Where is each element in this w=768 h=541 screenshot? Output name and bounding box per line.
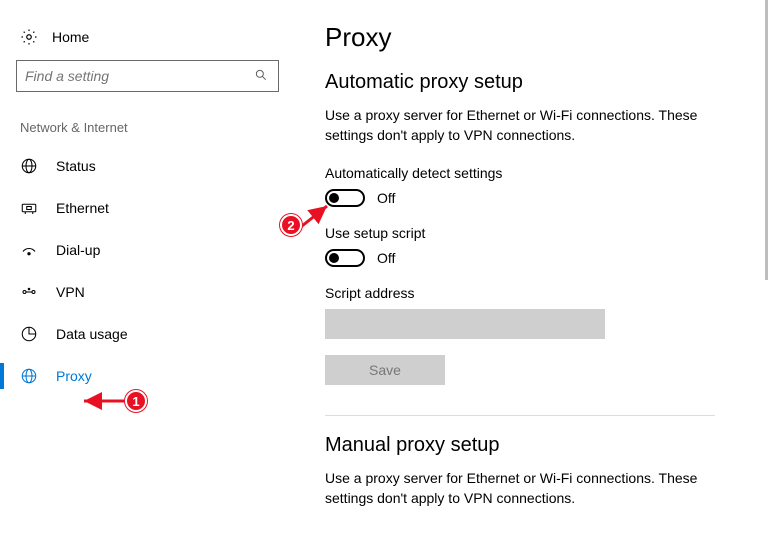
page-title: Proxy (325, 22, 748, 53)
search-input[interactable] (25, 68, 254, 84)
save-button[interactable]: Save (325, 355, 445, 385)
setup-script-state: Off (377, 250, 395, 266)
sidebar-item-label: Ethernet (56, 200, 109, 216)
auto-detect-toggle[interactable] (325, 189, 365, 207)
sidebar-item-label: Dial-up (56, 242, 100, 258)
sidebar-item-status[interactable]: Status (0, 145, 279, 187)
manual-desc: Use a proxy server for Ethernet or Wi-Fi… (325, 469, 715, 508)
vpn-icon (20, 283, 38, 301)
status-icon (20, 157, 38, 175)
search-icon (254, 68, 270, 84)
manual-heading: Manual proxy setup (325, 434, 748, 457)
content-pane: Proxy Automatic proxy setup Use a proxy … (295, 0, 768, 541)
sidebar-item-label: Proxy (56, 368, 92, 384)
globe-icon (20, 367, 38, 385)
sidebar-item-label: VPN (56, 284, 85, 300)
script-address-label: Script address (325, 285, 748, 301)
auto-desc: Use a proxy server for Ethernet or Wi-Fi… (325, 106, 715, 145)
dialup-icon (20, 241, 38, 259)
gear-icon (20, 28, 38, 46)
script-address-input[interactable] (325, 309, 605, 339)
home-nav[interactable]: Home (16, 22, 279, 60)
settings-sidebar: Home Network & Internet Status (0, 0, 295, 541)
setup-script-label: Use setup script (325, 225, 748, 241)
setup-script-toggle[interactable] (325, 249, 365, 267)
auto-detect-state: Off (377, 190, 395, 206)
sidebar-item-vpn[interactable]: VPN (0, 271, 279, 313)
sidebar-item-label: Data usage (56, 326, 128, 342)
divider (325, 415, 715, 416)
sidebar-item-label: Status (56, 158, 96, 174)
sidebar-item-proxy[interactable]: Proxy (0, 355, 279, 397)
auto-detect-label: Automatically detect settings (325, 165, 748, 181)
sidebar-item-ethernet[interactable]: Ethernet (0, 187, 279, 229)
data-usage-icon (20, 325, 38, 343)
search-box[interactable] (16, 60, 279, 92)
sidebar-item-data-usage[interactable]: Data usage (0, 313, 279, 355)
auto-heading: Automatic proxy setup (325, 71, 748, 94)
sidebar-item-dialup[interactable]: Dial-up (0, 229, 279, 271)
home-label: Home (52, 29, 89, 45)
ethernet-icon (20, 199, 38, 217)
section-header: Network & Internet (16, 120, 279, 145)
